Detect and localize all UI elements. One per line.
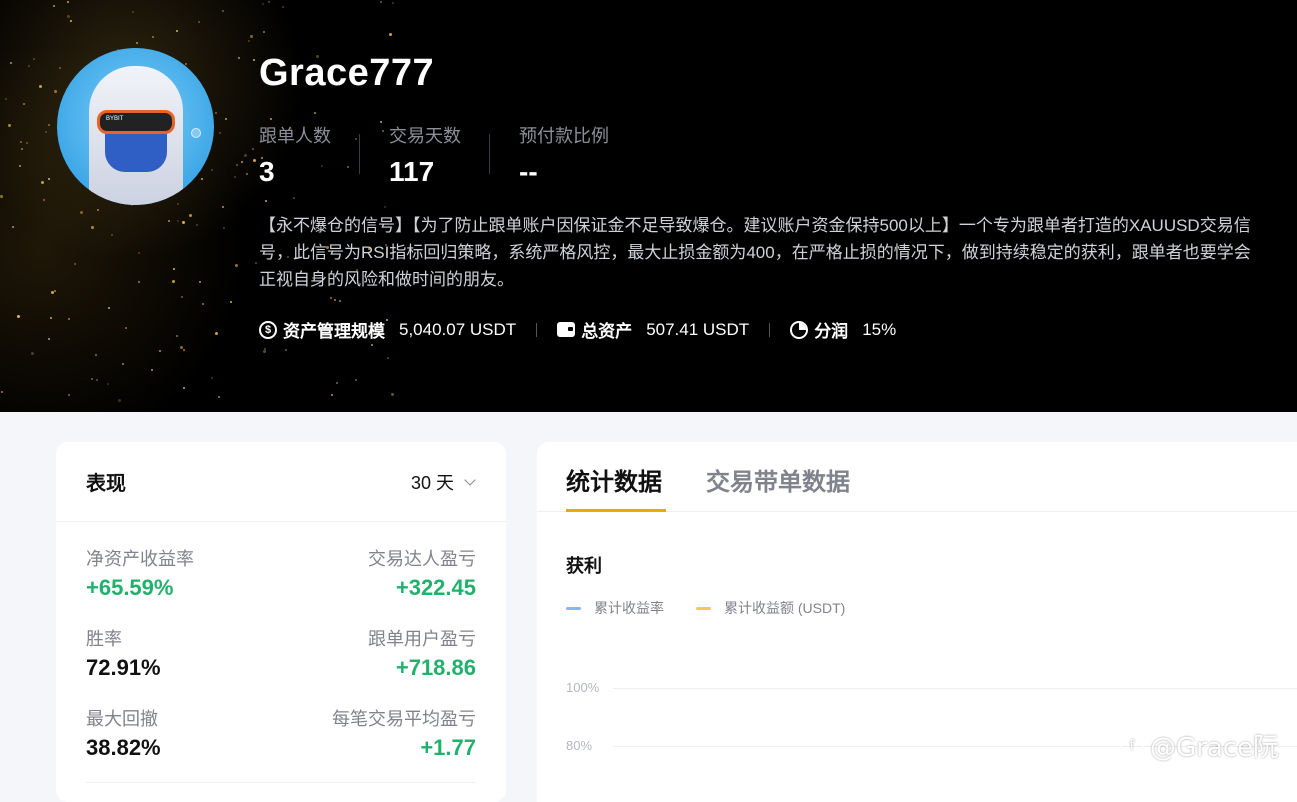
dollar-circle-icon: $ (259, 320, 277, 339)
profit-share-label: 分润 (814, 322, 849, 341)
goggle-graphic: BYBIT (97, 110, 175, 134)
legend-swatch (566, 606, 581, 610)
tab-bar: 统计数据 交易带单数据 (537, 442, 1297, 512)
stat-followers: 跟单人数 3 (259, 126, 331, 187)
aum-value: 5,040.07 USDT (399, 319, 517, 339)
asset-summary: $ 资产管理规模 5,040.07 USDT 总资产 507.41 USDT 分… (259, 317, 896, 342)
pie-chart-icon (790, 320, 809, 339)
stat-trading-days: 交易天数 117 (389, 126, 461, 187)
profile-header: BYBIT Grace777 跟单人数 3 交易天数 117 预付款比例 -- … (0, 0, 1297, 412)
total-assets-value: 507.41 USDT (646, 319, 750, 339)
profit-share-value: 15% (862, 319, 897, 339)
stat-margin-ratio: 预付款比例 -- (519, 126, 609, 187)
active-tab-indicator (566, 509, 666, 512)
chevron-down-icon (464, 473, 476, 486)
grid-line (613, 688, 1297, 689)
metric-avg-pnl: 每笔交易平均盈亏 +1.77 (332, 709, 476, 760)
section-title: 获利 (566, 556, 602, 576)
wallet-icon (557, 322, 576, 337)
tab-trade-data[interactable]: 交易带单数据 (706, 462, 850, 497)
legend-item-roi[interactable]: 累计收益率 (566, 598, 664, 618)
tab-statistics[interactable]: 统计数据 (566, 462, 662, 497)
metric-max-drawdown: 最大回撤 38.82% (86, 709, 161, 760)
performance-title: 表现 (86, 473, 126, 495)
avatar: BYBIT (57, 48, 214, 205)
chart-legend: 累计收益率 累计收益额 (USDT) (566, 598, 877, 618)
grid-label: 80% (566, 738, 593, 753)
trader-description: 【永不爆仓的信号】【为了防止跟单账户因保证金不足导致爆仓。建议账户资金保持500… (259, 216, 1251, 289)
metric-roi: 净资产收益率 +65.59% (86, 549, 194, 600)
total-assets-label: 总资产 (581, 322, 633, 341)
period-select[interactable]: 30 天 (411, 469, 476, 495)
metric-win-rate: 胜率 72.91% (86, 629, 161, 680)
divider (359, 134, 360, 174)
aum-label: 资产管理规模 (283, 322, 385, 341)
watermark: f @Grace阮 (1120, 727, 1279, 764)
trader-name: Grace777 (259, 52, 435, 94)
divider (489, 134, 490, 174)
legend-item-pnl[interactable]: 累计收益额 (USDT) (696, 598, 845, 618)
metric-follower-pnl: 跟单用户盈亏 +718.86 (368, 629, 476, 680)
legend-swatch (696, 606, 711, 610)
zhihu-logo-icon: f (1120, 733, 1144, 758)
performance-card: 表现 30 天 净资产收益率 +65.59% 交易达人盈亏 +322.45 胜率… (56, 442, 506, 802)
grid-label: 100% (566, 680, 600, 695)
metric-trader-pnl: 交易达人盈亏 +322.45 (368, 549, 476, 600)
